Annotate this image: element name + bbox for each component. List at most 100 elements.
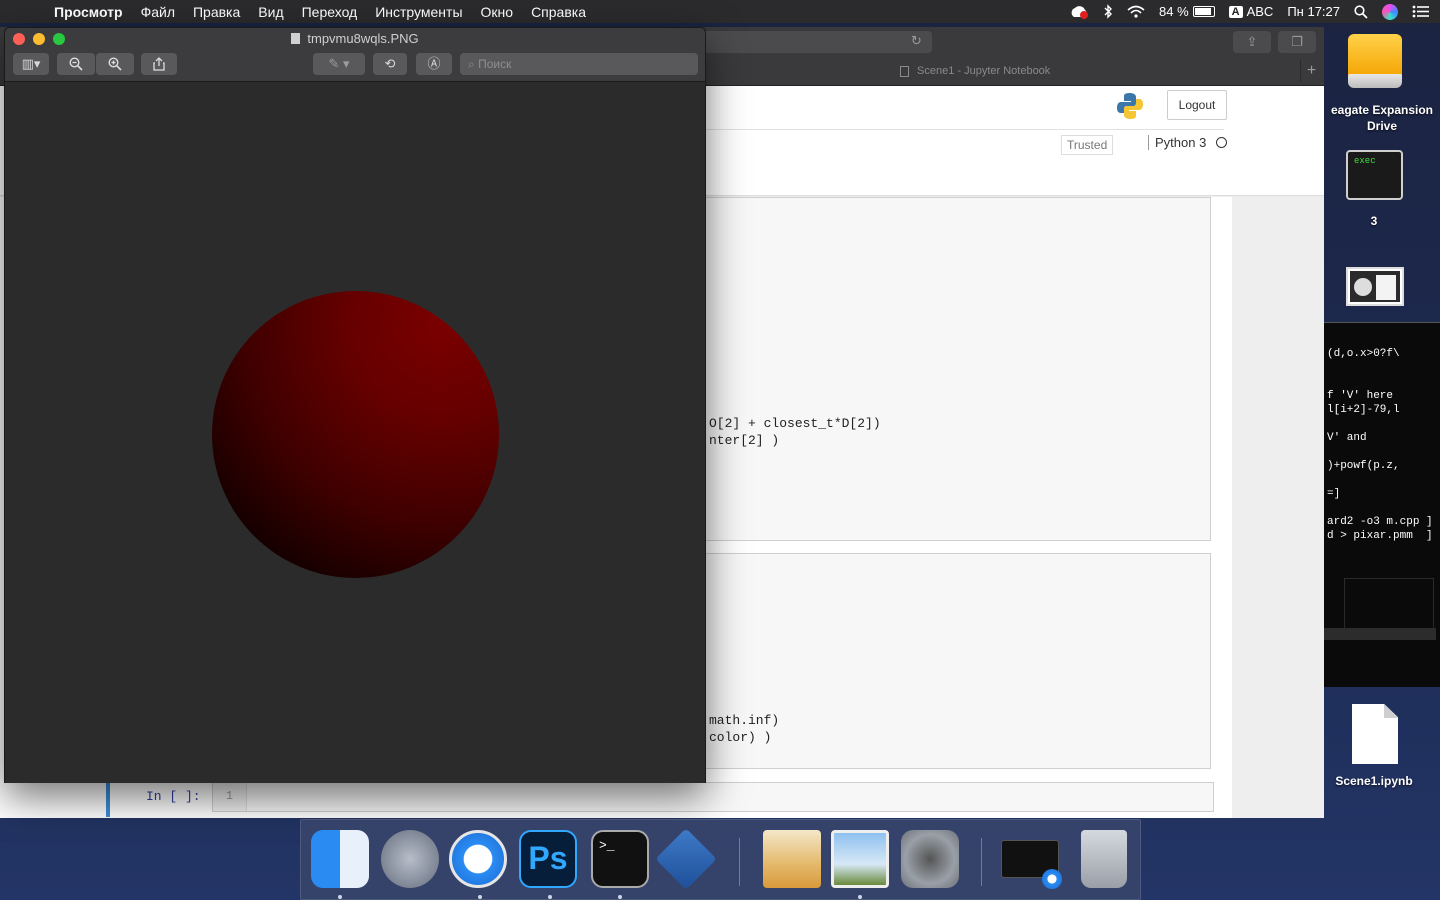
notebook-tab-icon [900,65,909,77]
bluetooth-icon[interactable] [1103,4,1113,19]
logout-button[interactable]: Logout [1167,90,1227,120]
battery-icon [1192,6,1215,17]
browser-tab-title: Scene1 - Jupyter Notebook [917,65,1051,77]
share-button[interactable] [141,53,177,75]
zoom-out-icon [69,57,83,71]
kernel-idle-icon [1216,137,1228,148]
battery-percent: 84 % [1159,4,1189,19]
wifi-icon[interactable] [1127,5,1145,18]
terminal-glyph: >_ [599,838,615,853]
menu-view[interactable]: Вид [258,4,283,20]
siri-icon[interactable] [1382,3,1398,20]
search-icon: ⌕ [468,57,475,71]
code-line: O[2] + closest_t*D[2]) [709,416,881,431]
markup-icon: Ⓐ [427,56,441,71]
screenshot-file-icon[interactable] [1346,267,1404,306]
menu-go[interactable]: Переход [302,4,358,20]
spotlight-search-icon[interactable] [1354,4,1368,19]
terminal-line: f 'V' here [1327,390,1394,402]
battery-status[interactable]: 84 % [1159,4,1215,19]
dock-separator [739,838,740,886]
safari-icon[interactable] [449,830,507,888]
zoom-in-icon [108,57,122,71]
file-icon [291,33,301,44]
notebook-file-label[interactable]: Scene1.ipynb [1324,774,1424,788]
creative-cloud-icon[interactable] [1069,5,1089,19]
trusted-indicator[interactable]: Trusted [1061,135,1114,155]
new-tab-button[interactable]: + [1300,60,1322,82]
header-divider [706,129,1224,130]
exec-file-icon[interactable]: exec [1346,150,1403,200]
browser-tab[interactable]: Scene1 - Jupyter Notebook [900,65,1050,77]
search-placeholder: Поиск [478,57,512,71]
running-indicator [338,895,342,899]
clock[interactable]: Пн 17:27 [1287,4,1340,19]
menu-edit[interactable]: Правка [193,4,240,20]
zoom-in-button[interactable] [96,53,134,75]
exec-file-label[interactable]: 3 [1324,214,1424,228]
code-line: color) ) [709,730,772,745]
share-button[interactable]: ⇪ [1233,31,1271,53]
preview-titlebar: tmpvmu8wqls.PNG ▥▾ ✎ ▾ ⟲ Ⓐ ⌕ Поиск [5,28,705,82]
image-canvas[interactable] [5,83,705,783]
kernel-indicator[interactable]: Python 3 [1148,135,1228,150]
sidebar-toggle-button[interactable]: ▥▾ [13,53,49,75]
running-indicator [548,895,552,899]
rotate-button[interactable]: ⟲ [373,53,407,75]
input-source[interactable]: A ABC [1228,4,1273,19]
running-indicator [858,895,862,899]
preview-app-icon[interactable] [831,830,889,888]
menu-file[interactable]: Файл [141,4,175,20]
reload-icon[interactable]: ↻ [911,33,922,49]
cell-editor[interactable]: 1 [212,782,1214,812]
dock: Ps >_ [300,819,1141,900]
rendered-sphere-image [212,291,499,578]
terminal-line: d > pixar.pmm ] [1327,530,1433,542]
system-preferences-icon[interactable] [901,830,959,888]
menu-help[interactable]: Справка [531,4,586,20]
terminal-line: V' and [1327,432,1367,444]
terminal-scrollbar[interactable] [1324,628,1436,640]
running-indicator [618,895,622,899]
sidebar-icon: ▥▾ [21,56,41,71]
search-field[interactable]: ⌕ Поиск [460,53,698,75]
terminal-line: ard2 -o3 m.cpp ] [1327,516,1433,528]
input-source-badge-icon: A [1228,5,1243,18]
notebook-file-icon[interactable] [1352,704,1398,764]
finder-icon[interactable] [311,830,369,888]
markup-pen-button[interactable]: ✎ ▾ [313,53,365,75]
launchpad-icon[interactable] [381,830,439,888]
markup-toolbar-button[interactable]: Ⓐ [416,53,452,75]
running-indicator [478,895,482,899]
show-tabs-button[interactable]: ❐ [1278,31,1316,53]
minimized-safari-window-icon[interactable] [1001,840,1062,889]
input-prompt: In [ ]: [146,789,201,804]
terminal-line: (d,o.x>0?f\ [1327,348,1400,360]
terminal-line: )+powf(p.z, [1327,460,1400,472]
code-cell[interactable] [700,553,1211,769]
address-bar[interactable] [700,31,932,53]
code-cell[interactable] [700,197,1211,541]
menu-window[interactable]: Окно [481,4,514,20]
virtualbox-icon[interactable] [655,828,717,890]
trash-icon[interactable] [1081,830,1127,888]
terminal-window[interactable]: (d,o.x>0?f\ f 'V' here l[i+2]-79,l V' an… [1324,322,1440,687]
documents-folder-icon[interactable] [763,830,821,888]
menu-tools[interactable]: Инструменты [375,4,462,20]
rotate-icon: ⟲ [384,56,396,71]
exec-icon-text: exec [1354,156,1376,166]
notification-center-icon[interactable] [1412,5,1430,18]
photoshop-icon[interactable]: Ps [519,830,577,888]
external-drive-icon[interactable] [1348,34,1402,90]
zoom-out-button[interactable] [57,53,95,75]
menu-app-name[interactable]: Просмотр [54,4,123,20]
window-title: tmpvmu8wqls.PNG [5,31,705,46]
line-number: 1 [213,783,247,811]
drive-label[interactable]: eagate Expansion Drive [1324,102,1440,134]
share-icon [153,57,165,71]
photoshop-label: Ps [528,840,568,876]
active-input-cell[interactable]: In [ ]: 1 [106,777,1218,817]
code-line: math.inf) [709,713,780,728]
terminal-icon[interactable]: >_ [591,830,649,888]
preview-window: tmpvmu8wqls.PNG ▥▾ ✎ ▾ ⟲ Ⓐ ⌕ Поиск [4,27,706,783]
